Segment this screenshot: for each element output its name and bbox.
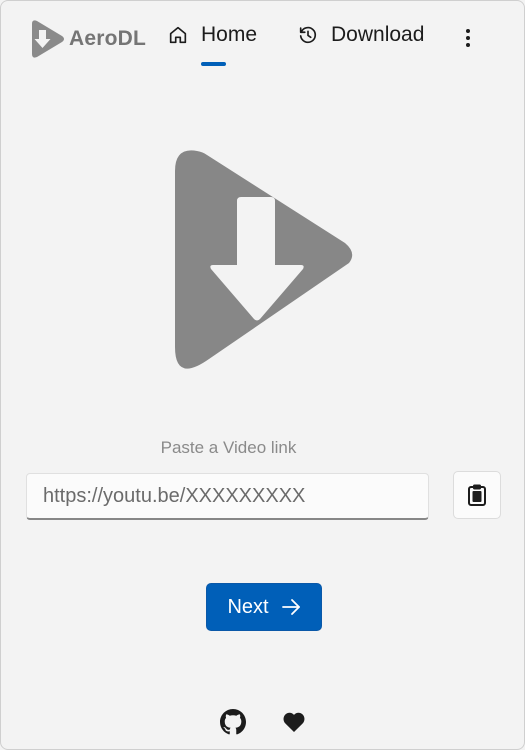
next-button[interactable]: Next (206, 583, 322, 631)
sponsor-link[interactable] (281, 709, 307, 735)
app-name: AeroDL (69, 27, 147, 50)
home-icon (169, 26, 187, 44)
nav-selection-indicator (201, 62, 226, 66)
github-icon (220, 709, 246, 735)
more-options-button[interactable] (453, 23, 483, 53)
nav-item-download[interactable]: Download (297, 23, 424, 47)
nav-item-home[interactable]: Home (167, 23, 257, 47)
top-navigation: AeroDL Home Download (1, 1, 524, 77)
video-url-input[interactable] (26, 473, 429, 520)
app-logo-icon (32, 20, 64, 58)
paste-button[interactable] (453, 471, 501, 519)
paste-link-label: Paste a Video link (160, 438, 297, 457)
heart-icon (283, 712, 305, 732)
nav-item-label: Download (331, 23, 425, 46)
clipboard-icon (468, 484, 486, 506)
play-download-icon (175, 150, 353, 369)
nav-item-label: Home (201, 23, 258, 46)
app-brand: AeroDL (29, 18, 146, 60)
history-icon (299, 26, 317, 44)
arrow-right-icon (281, 599, 300, 615)
more-vertical-icon (466, 29, 470, 47)
app-window: AeroDL Home Download Paste a Video link … (0, 0, 525, 750)
github-link[interactable] (220, 709, 246, 735)
next-button-label: Next (227, 595, 269, 618)
